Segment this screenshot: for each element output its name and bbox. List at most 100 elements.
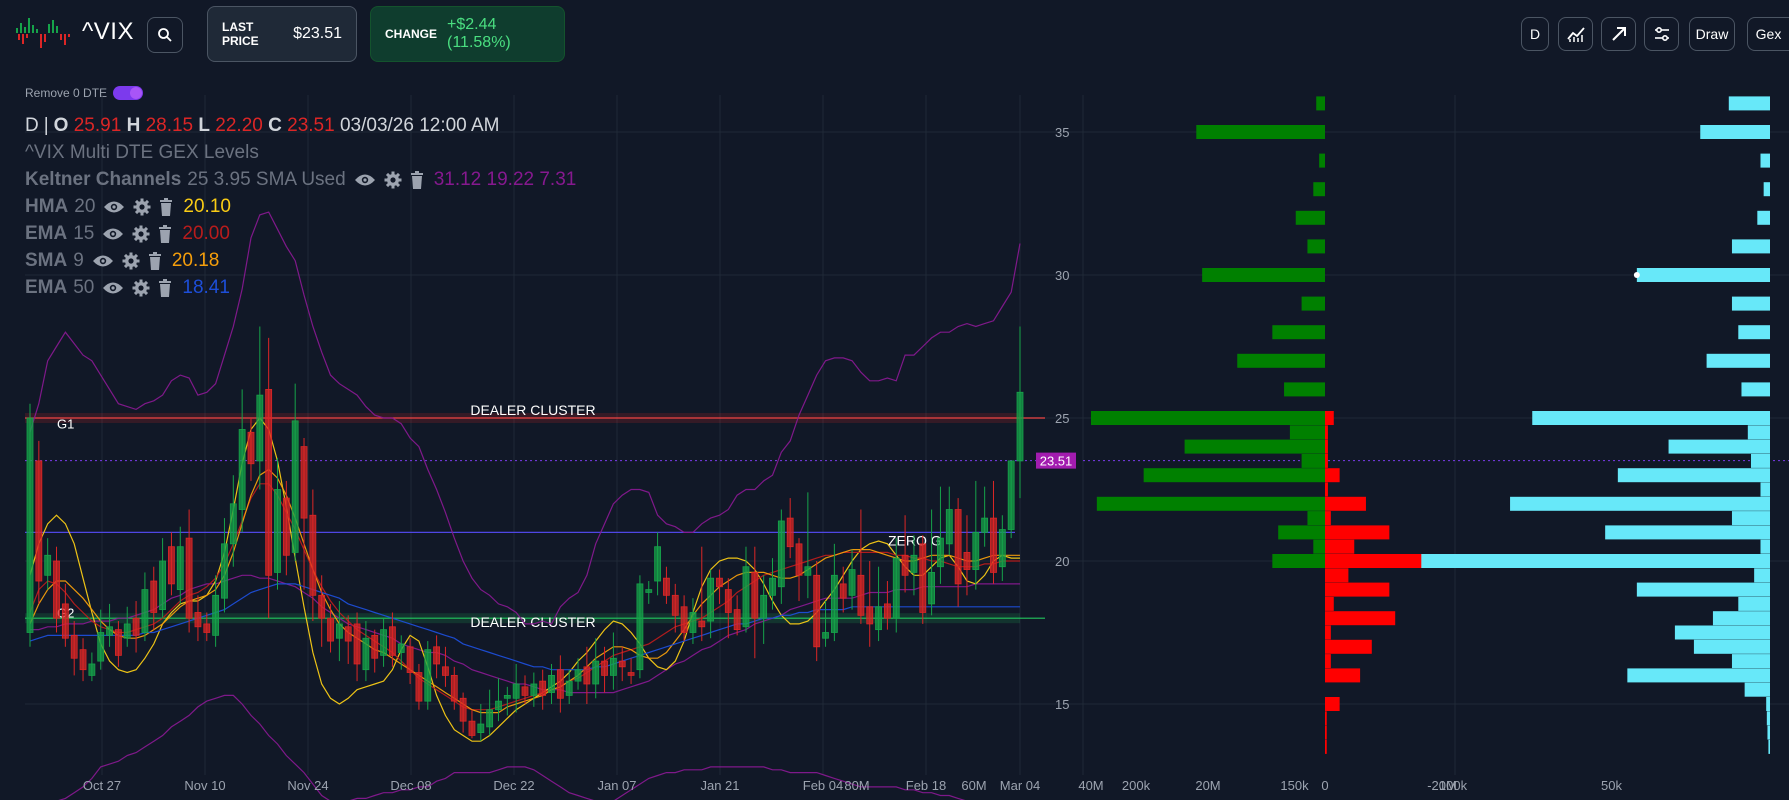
indicator-params: 25 3.95 SMA Used (187, 168, 346, 190)
x-tick-label: Nov 24 (287, 778, 328, 793)
volume-profile-bar (1636, 268, 1770, 282)
y-tick-label: 20 (1055, 554, 1069, 569)
dealer-cluster-label: DEALER CLUSTER (470, 402, 595, 418)
volume-marker (1633, 272, 1640, 278)
candle-body (627, 672, 635, 676)
gex-bar-negative (1325, 611, 1396, 626)
volume-profile-bar (1766, 697, 1770, 711)
gex-bar-negative (1325, 425, 1328, 440)
eye-icon[interactable] (103, 199, 125, 215)
gex-bar-negative (1325, 539, 1355, 554)
gex-bar-negative (1325, 582, 1390, 597)
candle-body (114, 629, 122, 656)
eye-icon[interactable] (354, 172, 376, 188)
candle-body (424, 649, 432, 702)
candle-body (123, 623, 131, 639)
x-tick-label: Feb 04 (803, 778, 843, 793)
volume-profile-bar (1731, 239, 1770, 254)
indicator-name: HMA (25, 195, 69, 217)
indicator-params: 20 (74, 195, 96, 217)
volume-profile-bar (1712, 611, 1770, 626)
candle-body (212, 594, 220, 636)
candle-body (539, 680, 547, 696)
gex-bar-positive (1184, 439, 1325, 454)
candle-body (707, 577, 715, 622)
candle-body (769, 577, 776, 596)
volume-profile-bars (1421, 96, 1770, 754)
candle-body (141, 589, 149, 633)
gear-icon[interactable] (132, 225, 150, 243)
candle-body (389, 626, 396, 656)
gex-bar-negative (1325, 625, 1331, 640)
candle-body (609, 657, 617, 676)
current-price-tag-label: 23.51 (1040, 454, 1073, 469)
candle-body (353, 623, 361, 665)
candle-body (44, 554, 52, 576)
candle-body (592, 660, 600, 685)
candle-body (954, 509, 962, 585)
volume-profile-bar (1738, 596, 1770, 611)
ohlc-open-value: 25.91 (73, 114, 122, 136)
candle-body (963, 552, 971, 570)
gex-bar-positive (1237, 353, 1325, 368)
ohlc-low-label: L (198, 114, 211, 136)
trash-icon[interactable] (159, 197, 173, 216)
gear-icon[interactable] (384, 171, 402, 189)
candle-body (521, 686, 529, 696)
eye-icon[interactable] (102, 226, 124, 242)
gex-x-tick-label: 60M (961, 778, 986, 793)
gex-bar-negative (1325, 654, 1331, 669)
gex-bar-negative (1325, 554, 1425, 568)
volume-profile-bar (1700, 125, 1770, 139)
eye-icon[interactable] (92, 253, 114, 269)
g1-label: G1 (57, 417, 74, 432)
gex-bar-positive (1316, 96, 1325, 111)
legend-ema50: EMA 50 18.41 (25, 274, 576, 301)
candle-body (618, 660, 626, 668)
candle-body (830, 574, 838, 633)
volume-profile-bar (1731, 296, 1770, 311)
legend-keltner: Keltner Channels 25 3.95 SMA Used 31.12 … (25, 166, 576, 193)
gex-bars (1091, 96, 1425, 754)
gex-bar-positive (1295, 210, 1325, 225)
candle-body (724, 589, 732, 613)
volume-profile-bar (1731, 654, 1770, 669)
gex-x-tick-label: 40M (1078, 778, 1103, 793)
volume-profile-bar (1747, 425, 1770, 440)
gex-bar-negative (1325, 697, 1340, 711)
gex-bar-negative (1325, 468, 1340, 483)
candle-body (857, 574, 865, 616)
trash-icon[interactable] (148, 251, 162, 270)
eye-icon[interactable] (102, 280, 124, 296)
candle-body (79, 649, 87, 671)
candle-body (503, 695, 511, 699)
ohlc-close-value: 23.51 (287, 114, 335, 136)
candle-body (654, 546, 661, 582)
indicator-params: 50 (73, 276, 95, 298)
candle-body (839, 583, 847, 599)
trash-icon[interactable] (410, 170, 424, 189)
gex-bar-negative (1325, 668, 1361, 683)
trash-icon[interactable] (158, 278, 172, 297)
candle-body (450, 675, 458, 702)
gex-bar-negative (1325, 496, 1366, 511)
gex-bar-negative (1325, 739, 1327, 754)
y-tick-label: 25 (1055, 411, 1069, 426)
gear-icon[interactable] (132, 279, 150, 297)
candle-body (583, 666, 591, 685)
x-tick-label: Dec 08 (390, 778, 431, 793)
candle-body (884, 603, 891, 619)
candle-body (70, 634, 78, 659)
indicator-values: 20.00 (182, 222, 230, 244)
indicator-values: 20.10 (183, 195, 231, 217)
gex-bar-positive (1278, 525, 1325, 540)
gear-icon[interactable] (122, 252, 140, 270)
gear-icon[interactable] (133, 198, 151, 216)
volume-profile-bar (1744, 682, 1770, 697)
trash-icon[interactable] (158, 224, 172, 243)
gex-bar-positive (1319, 153, 1325, 168)
indicator-values: 31.12 19.22 7.31 (433, 168, 577, 190)
y-tick-label: 15 (1055, 697, 1069, 712)
candle-body (362, 637, 370, 671)
candle-body (530, 683, 538, 696)
